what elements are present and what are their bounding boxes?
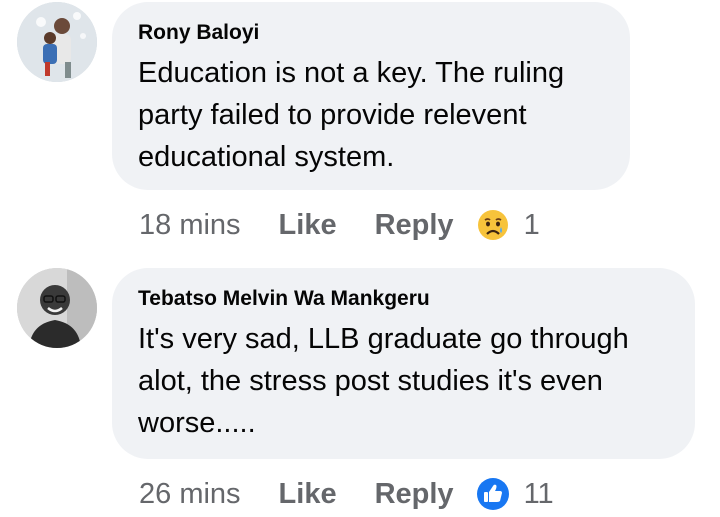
reaction-summary[interactable]: 1 (476, 208, 540, 242)
reaction-count: 1 (523, 208, 540, 241)
reaction-summary[interactable]: 11 (476, 477, 554, 511)
thumbs-up-icon (476, 478, 509, 510)
comment-author[interactable]: Tebatso Melvin Wa Mankgeru (138, 286, 667, 312)
comment-timestamp[interactable]: 18 mins (139, 209, 241, 242)
user-photo-icon (17, 268, 97, 348)
avatar[interactable] (17, 2, 97, 82)
user-photo-icon (17, 2, 97, 82)
sad-face-icon (477, 210, 508, 240)
comment-timestamp[interactable]: 26 mins (139, 478, 241, 511)
comment-bubble: Tebatso Melvin Wa Mankgeru It's very sad… (112, 268, 695, 459)
comment-text: Education is not a key. The ruling party… (138, 57, 565, 173)
reply-button[interactable]: Reply (375, 209, 454, 242)
comment-actions: 26 mins Like Reply 11 (139, 474, 554, 514)
like-button[interactable]: Like (279, 209, 337, 242)
avatar[interactable] (17, 268, 97, 348)
comment-bubble: Rony Baloyi Education is not a key. The … (112, 2, 630, 190)
reaction-count: 11 (523, 477, 554, 510)
like-button[interactable]: Like (279, 478, 337, 511)
comment-actions: 18 mins Like Reply 1 (139, 205, 540, 245)
comment-author[interactable]: Rony Baloyi (138, 20, 602, 46)
reply-button[interactable]: Reply (375, 478, 454, 511)
comment-text: It's very sad, LLB graduate go through a… (138, 323, 629, 439)
